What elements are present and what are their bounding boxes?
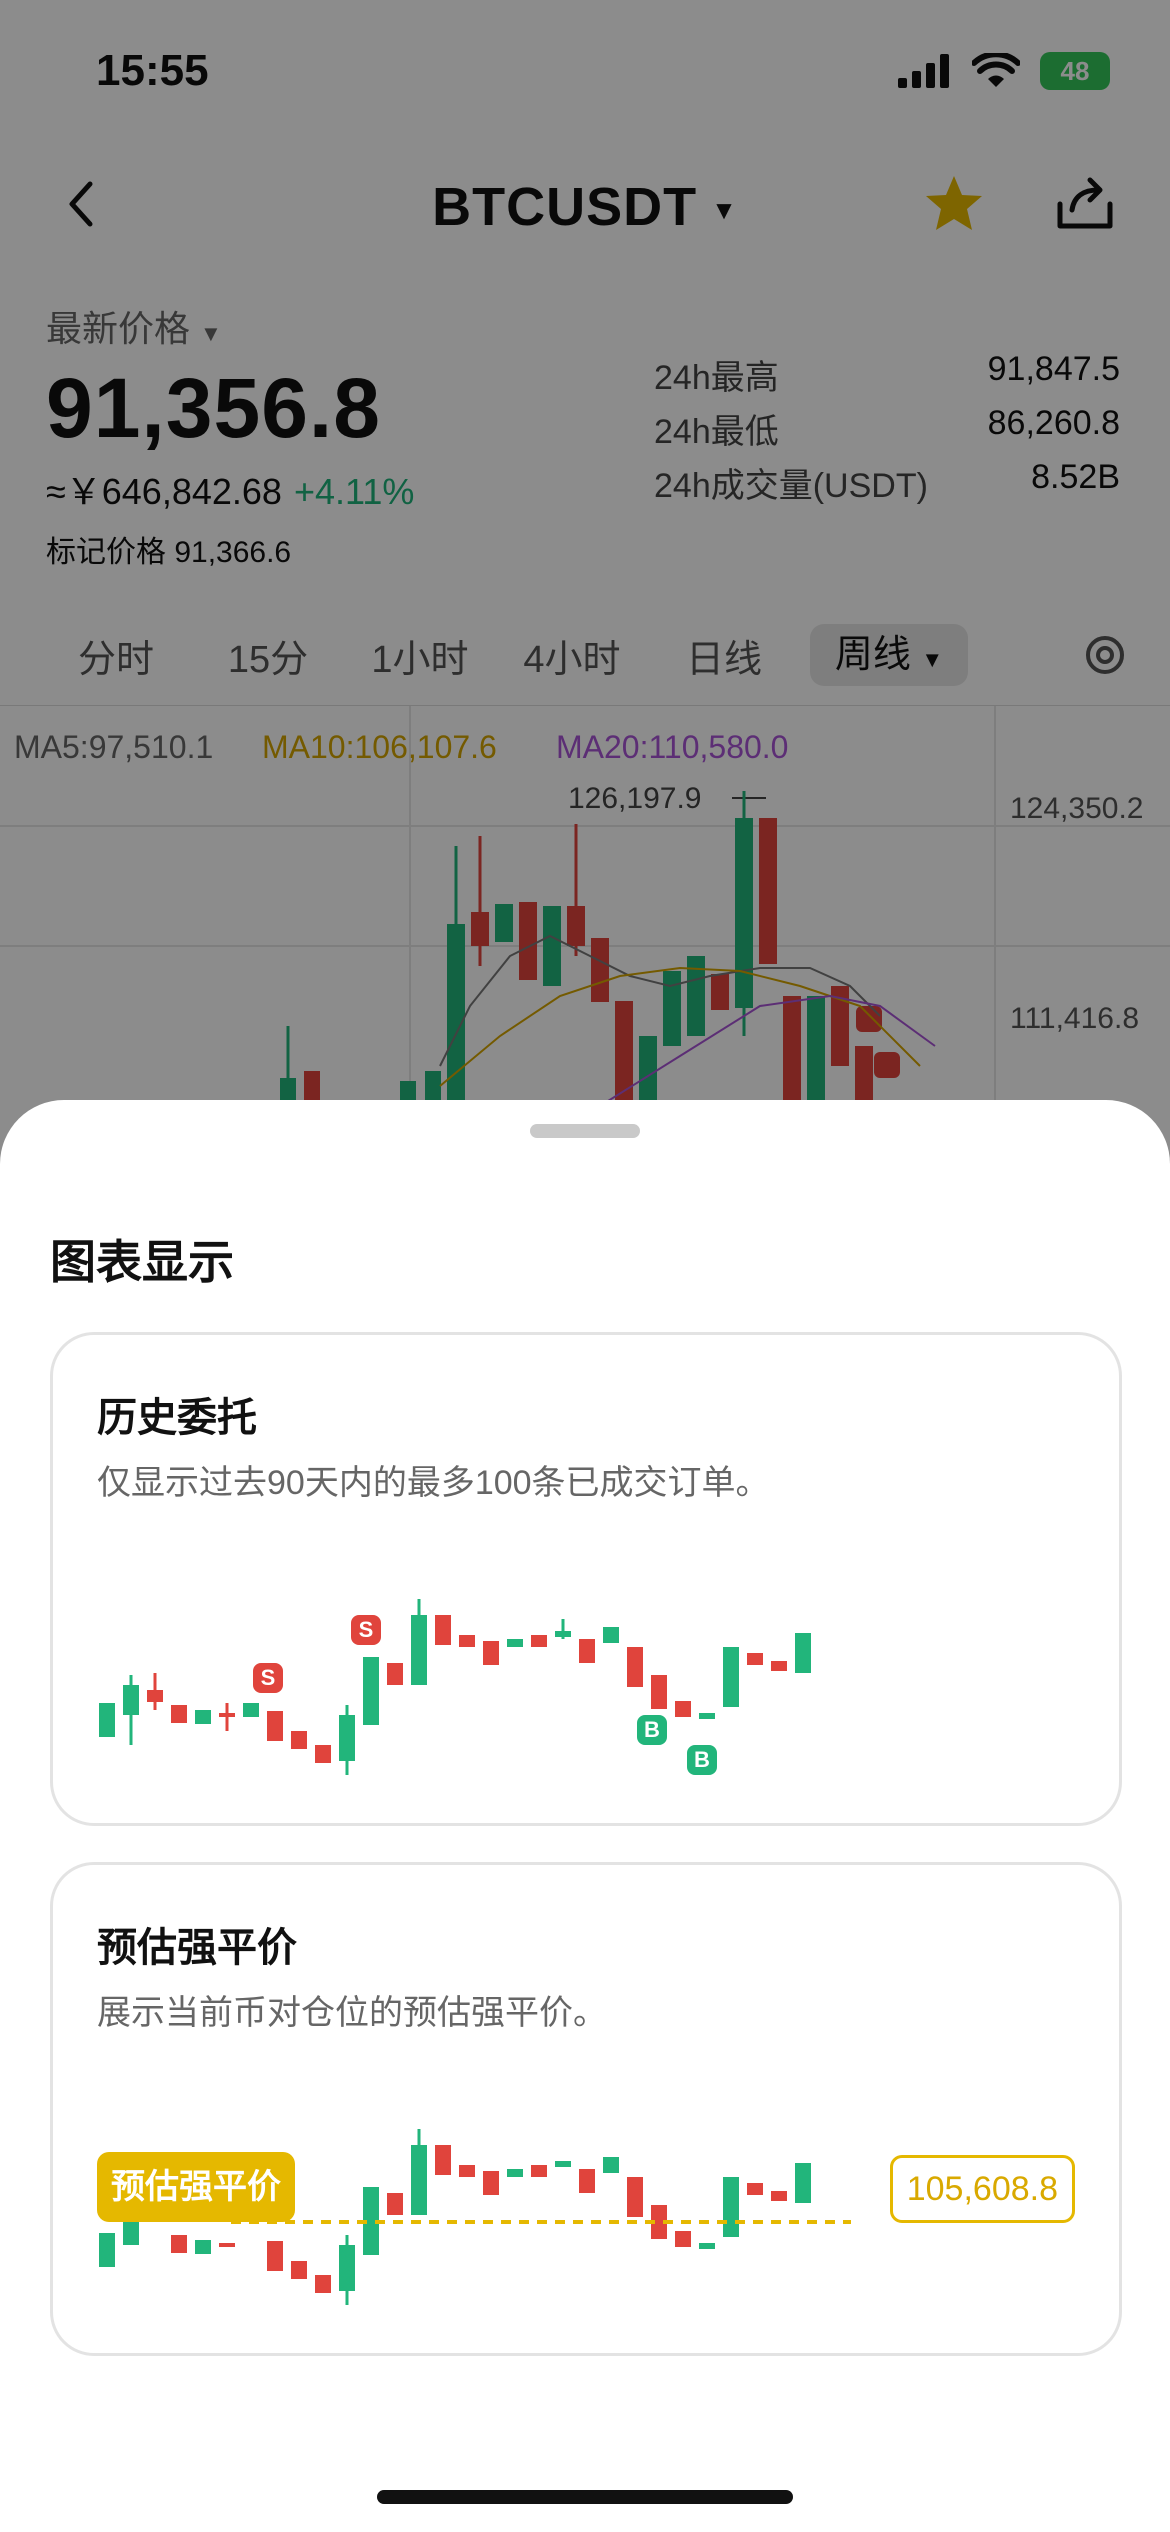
card-description: 仅显示过去90天内的最多100条已成交订单。 — [97, 1464, 770, 1502]
history-orders-option[interactable]: 历史委托 仅显示过去90天内的最多100条已成交订单。 S S B B — [50, 1332, 1122, 1826]
svg-text:S: S — [261, 1665, 276, 1690]
liquidation-tag: 预估强平价 — [97, 2152, 295, 2222]
svg-text:B: B — [694, 1747, 710, 1772]
sheet-title: 图表显示 — [50, 1236, 234, 1288]
home-indicator[interactable] — [377, 2490, 793, 2504]
buy-marker: B — [637, 1715, 667, 1745]
order-history-preview: S S B B — [99, 1599, 811, 1775]
chart-display-sheet: 图表显示 历史委托 仅显示过去90天内的最多100条已成交订单。 S S B B… — [0, 1100, 1170, 2532]
sell-marker: S — [253, 1663, 283, 1693]
svg-text:S: S — [359, 1617, 374, 1642]
sheet-drag-handle[interactable] — [530, 1124, 640, 1138]
card-title: 历史委托 — [97, 1396, 257, 1440]
card-description: 展示当前币对仓位的预估强平价。 — [97, 1994, 607, 2032]
buy-marker: B — [687, 1745, 717, 1775]
card-title: 预估强平价 — [97, 1926, 297, 1970]
liquidation-price-option[interactable]: 预估强平价 展示当前币对仓位的预估强平价。 预估强平价 105,608.8 — [50, 1862, 1122, 2356]
liquidation-value: 105,608.8 — [889, 2155, 1075, 2223]
svg-text:B: B — [644, 1717, 660, 1742]
sell-marker: S — [351, 1615, 381, 1645]
